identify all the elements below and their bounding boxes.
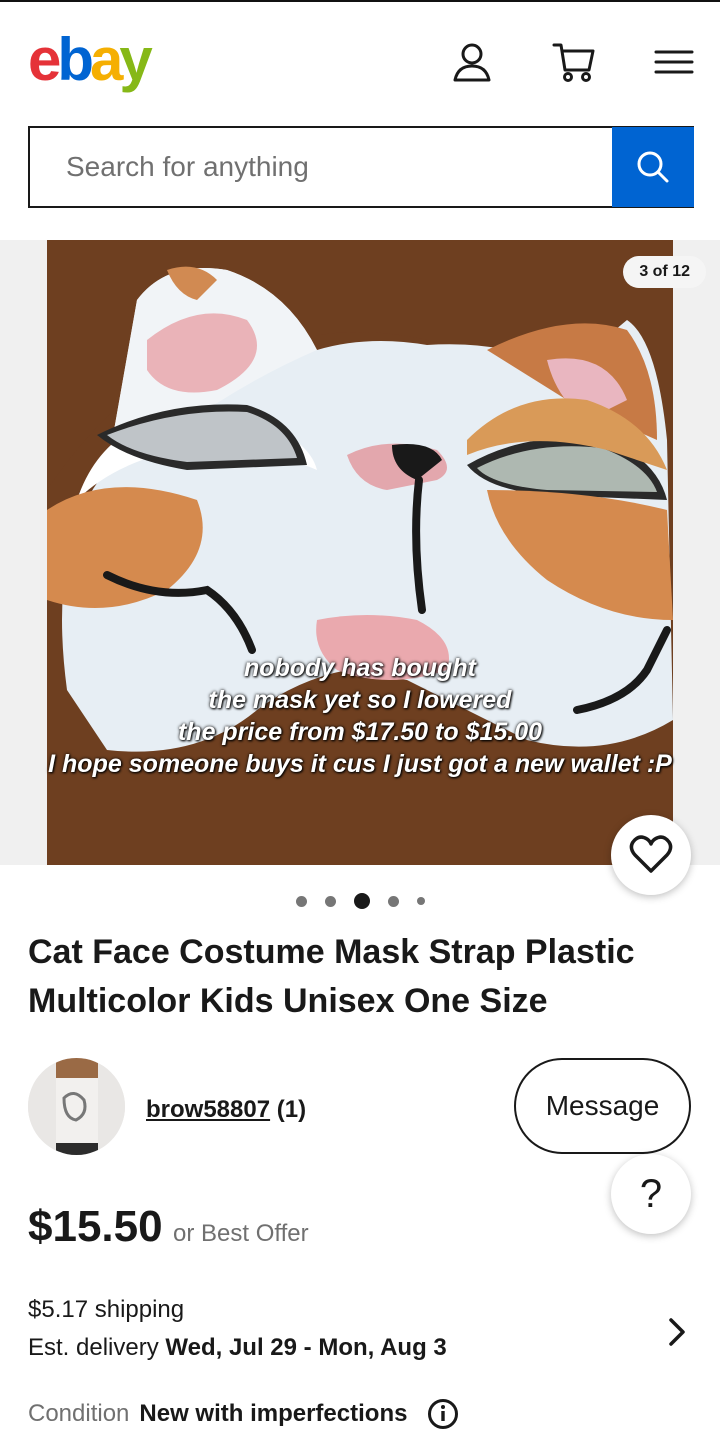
shipping-row[interactable]: $5.17 shipping Est. delivery Wed, Jul 29…	[28, 1292, 692, 1372]
best-offer-text: or Best Offer	[173, 1220, 309, 1247]
pagination-dot[interactable]	[295, 895, 307, 907]
search-bar	[28, 126, 694, 208]
listing-title: Cat Face Costume Mask Strap Plastic Mult…	[28, 933, 635, 1020]
image-pagination-dots	[0, 891, 720, 911]
condition-label: Condition	[28, 1400, 130, 1427]
pagination-dot[interactable]	[387, 895, 399, 907]
caption-line: the mask yet so I lowered	[208, 686, 512, 714]
condition-value: New with imperfections	[139, 1400, 408, 1427]
pagination-dot-active[interactable]	[353, 893, 370, 909]
search-icon	[637, 151, 669, 183]
condition-row: Condition New with imperfections	[28, 1394, 459, 1434]
delivery-label: Est. delivery	[28, 1334, 159, 1361]
price: $15.50	[28, 1202, 163, 1251]
seller-avatar[interactable]	[28, 1058, 125, 1155]
message-button[interactable]: Message	[514, 1058, 691, 1154]
menu-icon[interactable]	[652, 40, 696, 84]
shipping-cost: $5.17 shipping	[28, 1296, 185, 1323]
delivery-estimate: Est. delivery Wed, Jul 29 - Mon, Aug 3	[28, 1328, 692, 1368]
image-counter-badge: 3 of 12	[623, 256, 706, 288]
ebay-logo[interactable]: ebay	[28, 30, 153, 90]
top-bar: ebay	[0, 0, 720, 120]
pagination-dot[interactable]	[416, 897, 425, 905]
heart-icon	[629, 835, 673, 873]
help-button[interactable]: ?	[611, 1154, 691, 1234]
seller-feedback-count: (1)	[276, 1096, 307, 1123]
search-input[interactable]	[30, 128, 612, 206]
image-gallery[interactable]: 3 of 12 nobody has bought the mask yet s…	[0, 240, 720, 865]
caption-line: I hope someone buys it cus I just got a …	[48, 750, 672, 778]
delivery-dates: Wed, Jul 29 - Mon, Aug 3	[165, 1334, 447, 1361]
seller-row: brow58807 (1) Message	[28, 1058, 692, 1158]
chevron-right-icon[interactable]	[662, 1312, 692, 1352]
caption-line: the price from $17.50 to $15.00	[177, 718, 543, 746]
logo-letter-a: a	[90, 26, 123, 93]
pagination-dot[interactable]	[324, 895, 336, 907]
logo-letter-b: b	[57, 26, 94, 93]
cart-icon[interactable]	[552, 40, 596, 84]
logo-letter-y: y	[119, 26, 152, 93]
seller-name-link[interactable]: brow58807	[146, 1096, 270, 1123]
search-button[interactable]	[612, 127, 694, 207]
seller-info[interactable]: brow58807 (1)	[146, 1096, 306, 1124]
caption-line: nobody has bought	[244, 654, 476, 682]
info-icon[interactable]	[427, 1398, 459, 1430]
image-caption: nobody has bought the mask yet so I lowe…	[0, 652, 720, 780]
logo-letter-e: e	[28, 26, 61, 93]
watchlist-heart-button[interactable]	[611, 815, 691, 895]
price-row: $15.50 or Best Offer	[28, 1202, 309, 1262]
account-icon[interactable]	[450, 40, 494, 84]
